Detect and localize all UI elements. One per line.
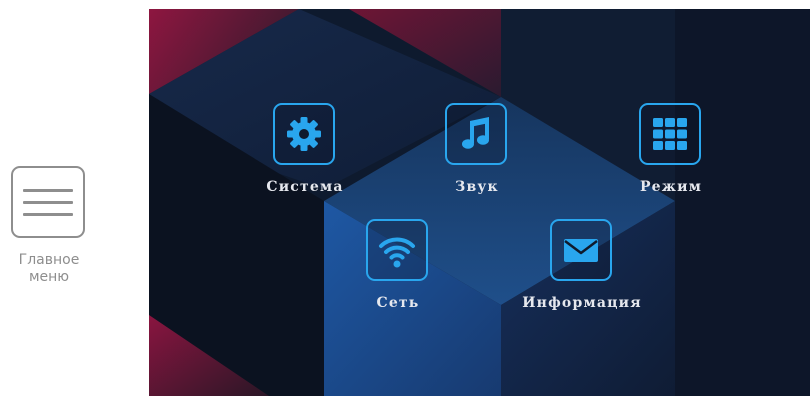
network-label: Сеть — [376, 295, 420, 311]
grid-icon — [653, 118, 687, 150]
hamburger-icon-bar-2 — [23, 200, 73, 204]
hamburger-icon-bar-1 — [23, 188, 73, 192]
gear-icon — [287, 117, 321, 151]
system-button[interactable] — [273, 103, 335, 165]
network-button[interactable] — [366, 219, 428, 281]
mode-label: Режим — [639, 179, 703, 195]
sound-label: Звук — [455, 179, 499, 195]
screen-background — [149, 9, 810, 396]
device-screen: Система Звук Режим Сеть Информация — [149, 9, 810, 396]
information-label: Информация — [522, 295, 642, 311]
main-menu-caption-line1: Главное — [18, 252, 80, 268]
envelope-icon — [564, 239, 598, 262]
main-menu-caption: Главное меню — [0, 252, 98, 286]
main-menu-caption-line2: меню — [28, 269, 70, 285]
information-button[interactable] — [550, 219, 612, 281]
music-note-icon — [462, 117, 489, 149]
system-label: Система — [266, 179, 344, 195]
wifi-icon — [379, 237, 415, 268]
sound-button[interactable] — [445, 103, 507, 165]
main-menu-button[interactable] — [11, 166, 85, 238]
mode-button[interactable] — [639, 103, 701, 165]
hamburger-icon-bar-3 — [23, 212, 73, 216]
